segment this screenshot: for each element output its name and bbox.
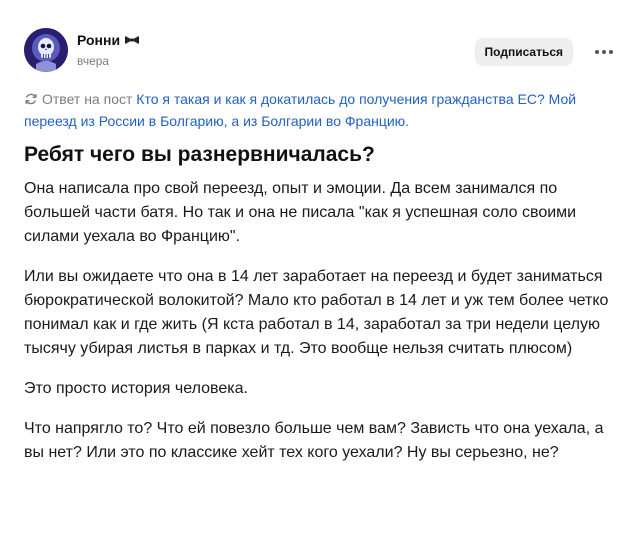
more-dots-icon [595, 50, 613, 54]
post-card: Ронни вчера Подписаться Ответ на пост Кт… [0, 0, 632, 538]
reply-refresh-icon [25, 93, 37, 105]
body-paragraph: Она написала про свой переезд, опыт и эм… [24, 180, 577, 245]
reply-prefix: Ответ на пост [42, 91, 133, 107]
body-paragraph: Что напрягло то? Что ей повезло больше ч… [24, 420, 604, 461]
author-name[interactable]: Ронни [77, 32, 120, 48]
body-paragraph: Это просто история человека. [24, 380, 248, 397]
post-header: Ронни вчера Подписаться [24, 28, 616, 74]
subscribe-button[interactable]: Подписаться [474, 38, 573, 66]
skull-avatar-icon [24, 28, 68, 72]
more-options-button[interactable] [592, 40, 616, 64]
post-body: Она написала про свой переезд, опыт и эм… [24, 177, 614, 481]
bow-tie-icon [125, 36, 140, 44]
reply-to-post: Ответ на пост Кто я такая и как я докати… [24, 88, 604, 132]
author-name-row[interactable]: Ронни [77, 32, 140, 48]
post-title[interactable]: Ребят чего вы разнервничалась? [24, 140, 375, 170]
post-time: вчера [77, 54, 110, 68]
author-avatar[interactable] [24, 28, 68, 72]
body-paragraph: Или вы ожидаете что она в 14 лет заработ… [24, 268, 609, 357]
